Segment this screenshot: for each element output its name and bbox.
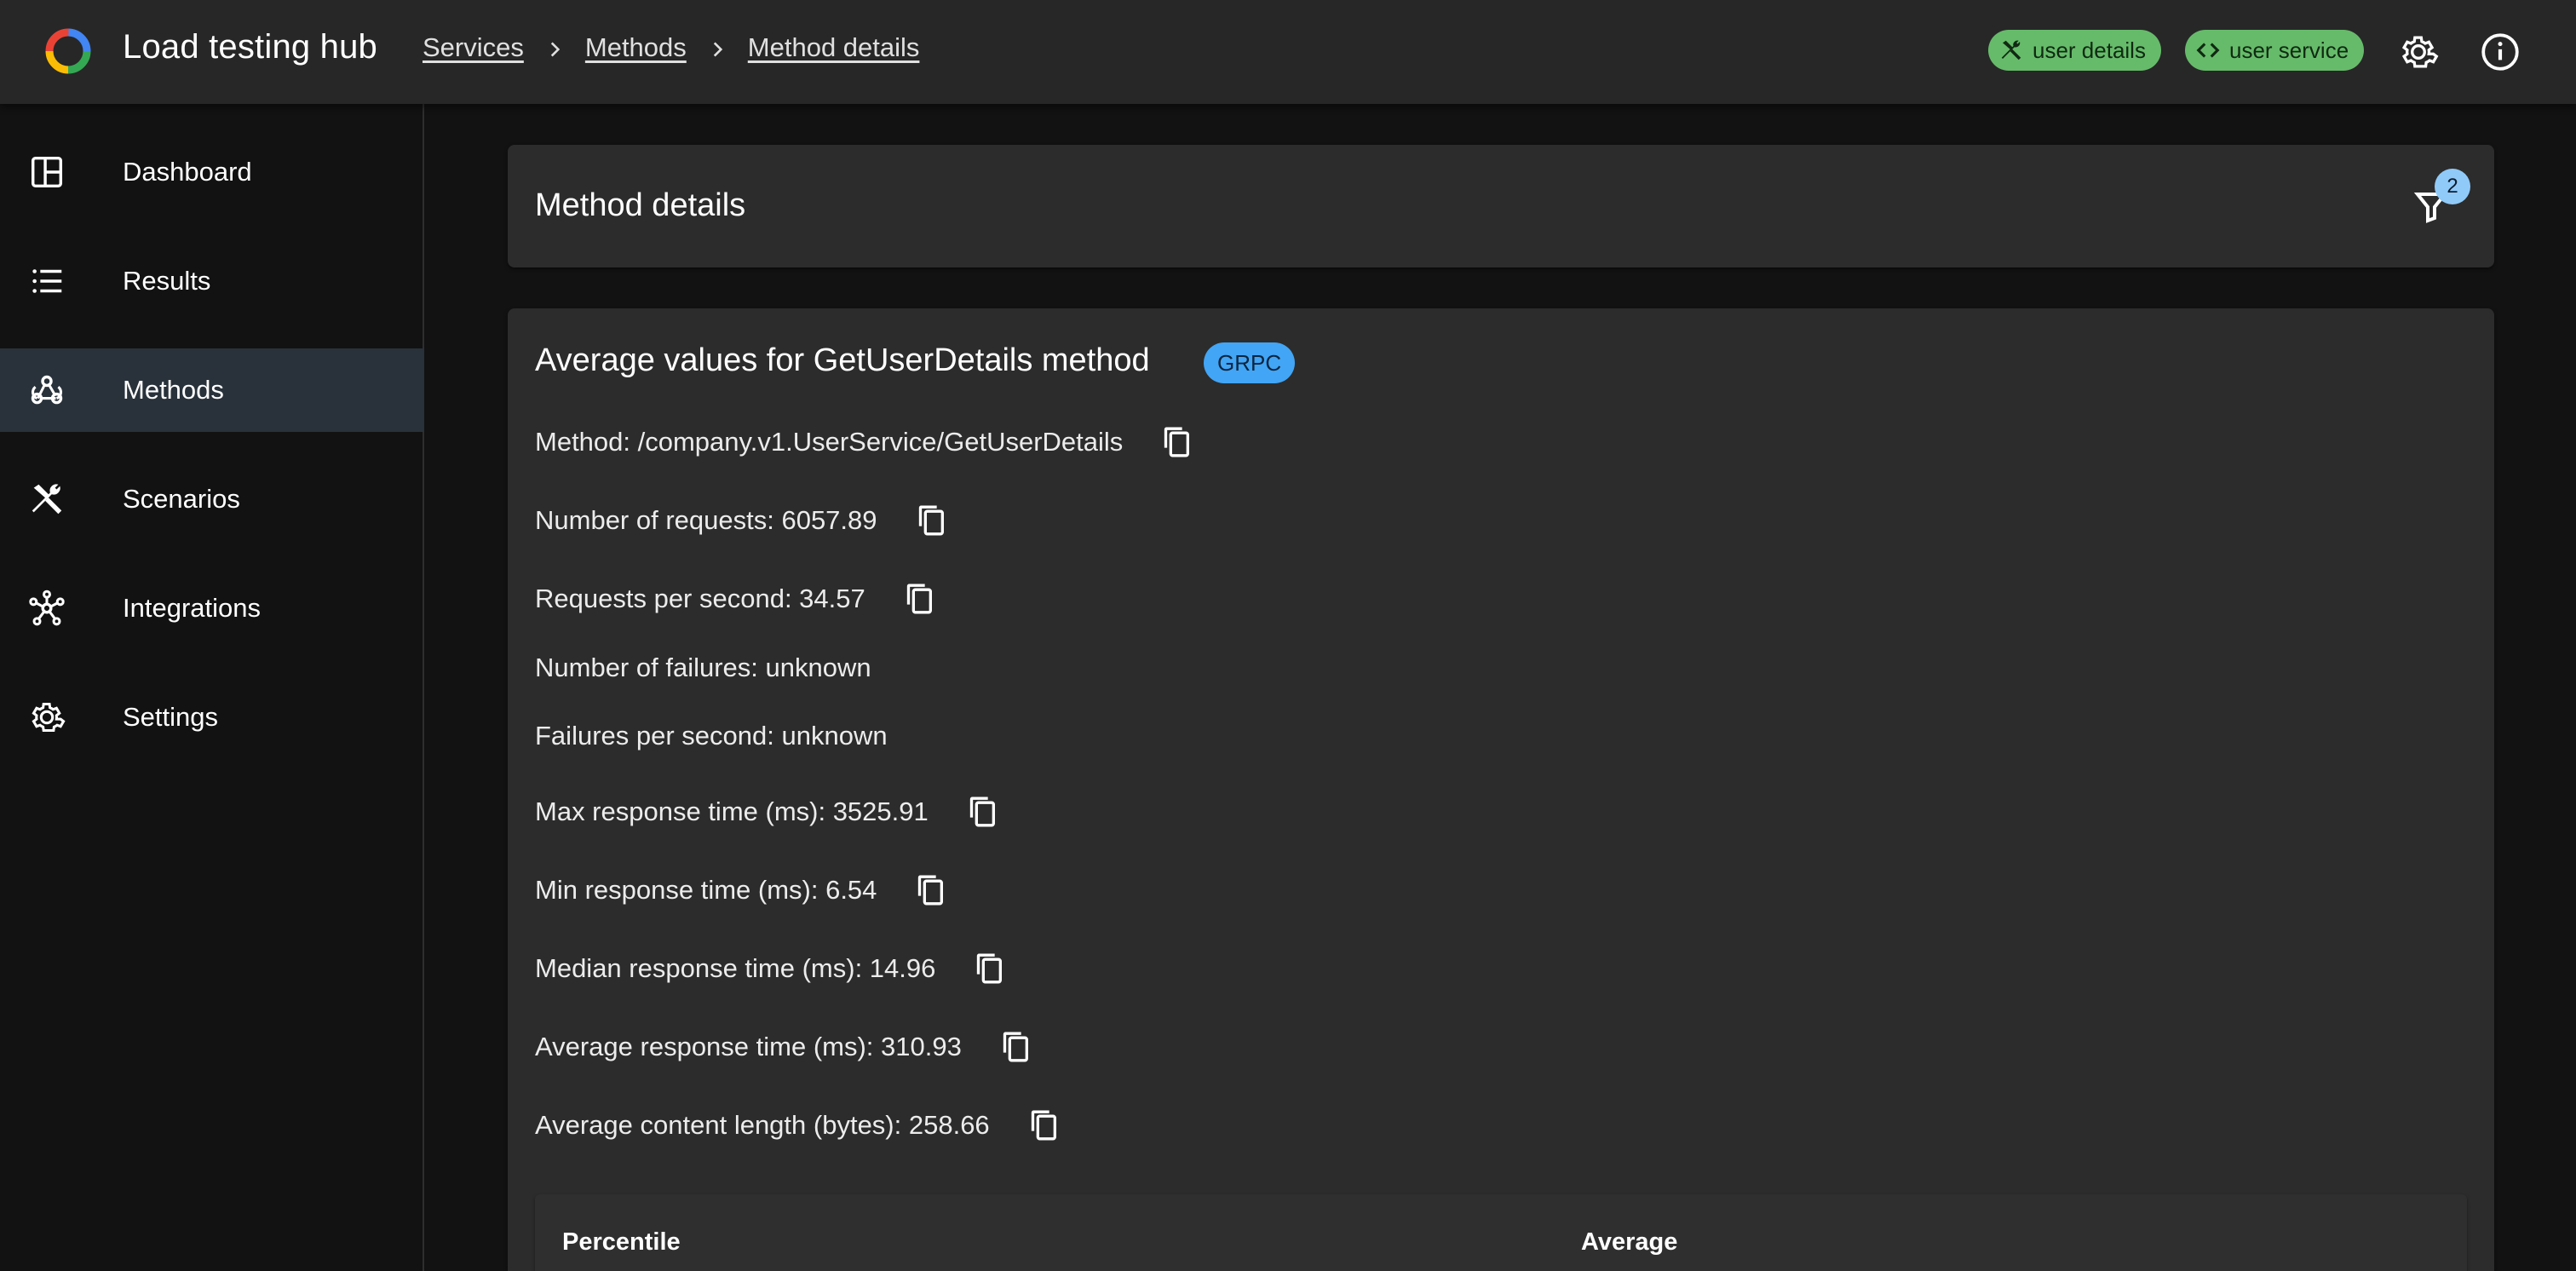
- info-icon[interactable]: [2479, 31, 2521, 73]
- sidebar-item-methods[interactable]: Methods: [0, 348, 424, 432]
- stat-label: Method: /company.v1.UserService/GetUserD…: [535, 427, 1124, 457]
- gear-icon: [27, 698, 66, 737]
- user-service-chip[interactable]: user service: [2185, 30, 2365, 71]
- gear-icon[interactable]: [2397, 31, 2440, 73]
- app-header: Load testing hub Services Methods Method…: [0, 0, 2576, 104]
- stat-label: Failures per second: unknown: [535, 721, 888, 751]
- sidebar-item-label: Scenarios: [123, 484, 240, 514]
- copy-icon[interactable]: [900, 579, 939, 618]
- column-header-average[interactable]: Average: [1581, 1228, 1677, 1257]
- sidebar-item-label: Integrations: [123, 593, 261, 623]
- sidebar-item-scenarios[interactable]: Scenarios: [0, 457, 424, 541]
- code-icon: [2196, 43, 2220, 58]
- sidebar: Dashboard Results Methods Scenarios Inte…: [0, 104, 424, 1271]
- stat-failures-per-second: Failures per second: unknown: [535, 721, 888, 751]
- stat-label: Number of failures: unknown: [535, 653, 871, 682]
- hub-icon: [27, 589, 66, 628]
- user-details-chip[interactable]: user details: [1988, 30, 2161, 71]
- tools-icon: [2001, 40, 2021, 60]
- stat-label: Min response time (ms): 6.54: [535, 875, 877, 905]
- list-icon: [27, 262, 66, 301]
- sidebar-item-label: Results: [123, 266, 211, 296]
- filter-count-badge: 2: [2435, 169, 2470, 204]
- stat-median-response-time: Median response time (ms): 14.96: [535, 949, 1009, 988]
- copy-icon[interactable]: [969, 949, 1009, 988]
- sidebar-item-label: Settings: [123, 702, 219, 732]
- app-title: Load testing hub: [123, 28, 378, 66]
- average-values-card: Average values for GetUserDetails method…: [508, 308, 2494, 1271]
- dashboard-icon: [27, 152, 66, 192]
- copy-icon[interactable]: [963, 792, 1002, 831]
- chevron-right-icon: [524, 32, 585, 63]
- stat-label: Average content length (bytes): 258.66: [535, 1110, 990, 1140]
- breadcrumb-services[interactable]: Services: [423, 32, 524, 63]
- stat-number-of-requests: Number of requests: 6057.89: [535, 501, 951, 540]
- method-details-title-card: Method details: [508, 145, 2494, 267]
- copy-icon[interactable]: [996, 1027, 1035, 1067]
- copy-icon[interactable]: [1024, 1106, 1063, 1145]
- stat-min-response-time: Min response time (ms): 6.54: [535, 871, 950, 910]
- tools-icon: [27, 480, 66, 519]
- breadcrumb-method-details[interactable]: Method details: [748, 32, 920, 63]
- stat-max-response-time: Max response time (ms): 3525.91: [535, 792, 1002, 831]
- breadcrumb: Services Methods Method details: [423, 32, 919, 63]
- copy-icon[interactable]: [911, 871, 950, 910]
- stat-requests-per-second: Requests per second: 34.57: [535, 579, 939, 618]
- stat-average-content-length: Average content length (bytes): 258.66: [535, 1106, 1063, 1145]
- stat-label: Median response time (ms): 14.96: [535, 953, 936, 983]
- sidebar-item-integrations[interactable]: Integrations: [0, 566, 424, 650]
- stat-label: Average response time (ms): 310.93: [535, 1032, 962, 1061]
- stat-number-of-failures: Number of failures: unknown: [535, 653, 871, 683]
- copy-icon[interactable]: [911, 501, 951, 540]
- stat-method: Method: /company.v1.UserService/GetUserD…: [535, 423, 1196, 462]
- chevron-right-icon: [687, 32, 748, 63]
- stat-label: Number of requests: 6057.89: [535, 505, 877, 535]
- column-header-percentile[interactable]: Percentile: [562, 1228, 681, 1257]
- chip-label: user details: [2033, 37, 2146, 63]
- chip-label: user service: [2229, 37, 2349, 63]
- stat-label: Requests per second: 34.57: [535, 584, 865, 613]
- percentile-table: Percentile Average: [535, 1194, 2467, 1271]
- webhook-icon: [27, 371, 66, 410]
- sidebar-item-settings[interactable]: Settings: [0, 676, 424, 759]
- details-title: Average values for GetUserDetails method: [535, 342, 1150, 378]
- sidebar-item-label: Dashboard: [123, 157, 252, 187]
- page-title: Method details: [535, 187, 746, 223]
- sidebar-item-results[interactable]: Results: [0, 239, 424, 323]
- app-logo-icon[interactable]: [43, 26, 94, 77]
- sidebar-item-label: Methods: [123, 375, 224, 405]
- copy-icon[interactable]: [1157, 423, 1196, 462]
- stat-average-response-time: Average response time (ms): 310.93: [535, 1027, 1035, 1067]
- protocol-badge: GRPC: [1204, 342, 1296, 383]
- stat-label: Max response time (ms): 3525.91: [535, 797, 929, 826]
- breadcrumb-methods[interactable]: Methods: [585, 32, 687, 63]
- sidebar-item-dashboard[interactable]: Dashboard: [0, 130, 424, 214]
